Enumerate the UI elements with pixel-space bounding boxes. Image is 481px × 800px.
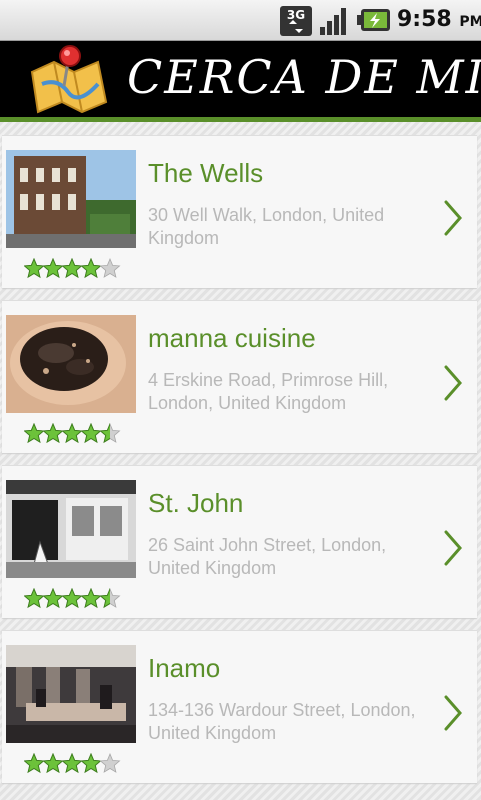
star-filled xyxy=(81,753,101,774)
place-name[interactable]: St. John xyxy=(148,488,243,519)
list-item[interactable]: St. John 26 Saint John Street, London, U… xyxy=(2,465,477,618)
star-filled xyxy=(81,423,101,444)
place-address: 4 Erskine Road, Primrose Hill, London, U… xyxy=(148,370,389,413)
list-item[interactable]: Inamo 134-136 Wardour Street, London, Un… xyxy=(2,630,477,783)
place-name[interactable]: The Wells xyxy=(148,158,263,189)
place-name[interactable]: manna cuisine xyxy=(148,323,316,354)
list-item[interactable]: The Wells 30 Well Walk, London, United K… xyxy=(2,135,477,288)
star-filled xyxy=(62,753,82,774)
clock-time: 9:58 xyxy=(397,7,452,32)
star-filled xyxy=(43,753,63,774)
star-filled xyxy=(81,588,101,609)
rating-stars xyxy=(24,753,121,774)
chevron-right-icon[interactable] xyxy=(442,198,464,238)
star-empty xyxy=(99,258,121,278)
star-filled xyxy=(62,588,82,609)
svg-text:3G: 3G xyxy=(287,8,305,22)
star-filled xyxy=(43,258,63,279)
chevron-right-icon[interactable] xyxy=(442,363,464,403)
chevron-right-icon[interactable] xyxy=(442,528,464,568)
place-address: 134-136 Wardour Street, London, United K… xyxy=(148,700,416,743)
star-filled xyxy=(24,588,44,609)
star-filled xyxy=(24,258,44,279)
star-filled xyxy=(43,423,63,444)
battery-charging-icon xyxy=(357,9,390,31)
places-list[interactable]: The Wells 30 Well Walk, London, United K… xyxy=(0,122,481,800)
star-empty xyxy=(99,753,121,773)
place-name[interactable]: Inamo xyxy=(148,653,220,684)
clock-ampm: PM xyxy=(459,14,481,30)
star-filled xyxy=(43,588,63,609)
3g-data-icon: 3G xyxy=(280,6,312,36)
clock: 9:58 PM xyxy=(397,7,481,32)
rating-stars xyxy=(24,258,121,279)
star-filled xyxy=(24,423,44,444)
star-filled xyxy=(24,753,44,774)
place-thumbnail xyxy=(6,645,136,743)
star-filled xyxy=(81,258,101,279)
map-pin-icon xyxy=(30,45,108,114)
star-filled xyxy=(62,258,82,279)
place-address: 30 Well Walk, London, United Kingdom xyxy=(148,205,385,248)
chevron-right-icon[interactable] xyxy=(442,693,464,733)
rating-stars xyxy=(24,423,121,444)
list-item[interactable]: manna cuisine 4 Erskine Road, Primrose H… xyxy=(2,300,477,453)
place-thumbnail xyxy=(6,480,136,578)
app-title: CERCA DE MI xyxy=(127,50,481,104)
star-filled xyxy=(62,423,82,444)
status-bar: 3G 9:58 PM xyxy=(0,0,481,41)
rating-stars xyxy=(24,588,121,609)
place-thumbnail xyxy=(6,150,136,248)
place-thumbnail xyxy=(6,315,136,413)
signal-icon xyxy=(320,8,346,35)
place-address: 26 Saint John Street, London, United Kin… xyxy=(148,535,387,578)
